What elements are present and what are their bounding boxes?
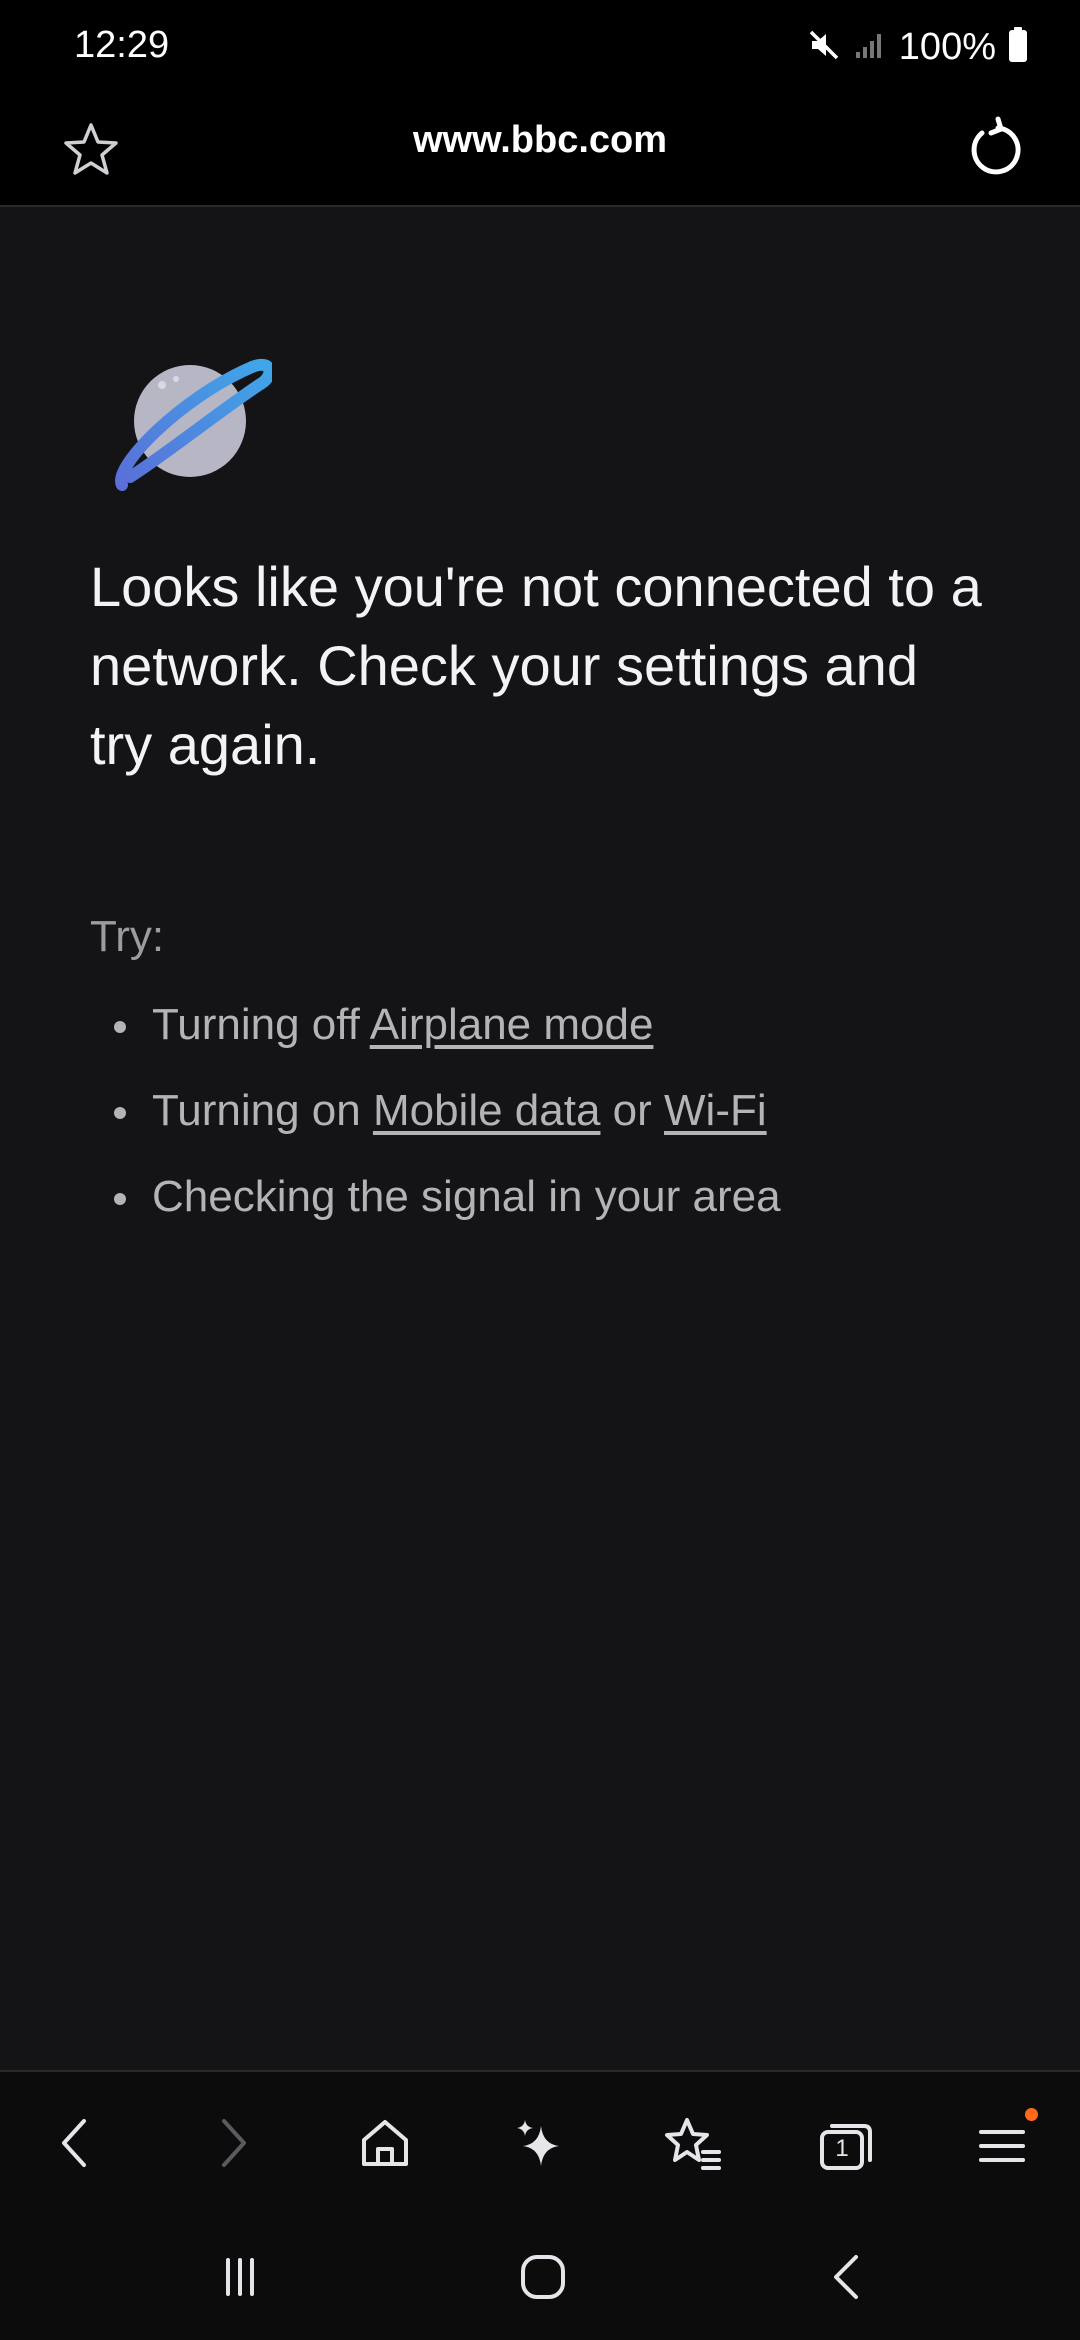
error-page: Looks like you're not connected to a net… — [0, 207, 1080, 2070]
notification-dot — [1025, 2108, 1038, 2121]
home-button[interactable] — [350, 2110, 420, 2180]
system-back-button[interactable] — [812, 2244, 882, 2314]
bottom-toolbar: 1 — [0, 2070, 1080, 2212]
assistant-button[interactable] — [505, 2110, 575, 2180]
tip-text: Turning off — [152, 1000, 370, 1049]
recents-button[interactable] — [205, 2244, 275, 2314]
signal-icon — [853, 28, 887, 67]
system-nav-bar — [0, 2212, 1080, 2340]
forward-button[interactable] — [198, 2110, 268, 2180]
bookmarks-button[interactable] — [658, 2110, 728, 2180]
airplane-mode-link[interactable]: Airplane mode — [370, 1000, 654, 1049]
system-home-button[interactable] — [508, 2244, 578, 2314]
wifi-link[interactable]: Wi-Fi — [664, 1086, 767, 1135]
list-item: Checking the signal in your area — [110, 1154, 781, 1240]
try-label: Try: — [90, 912, 165, 961]
back-icon — [50, 2113, 100, 2178]
tabs-button[interactable]: 1 — [812, 2110, 882, 2180]
menu-icon — [973, 2108, 1038, 2174]
browser-toolbar: www.bbc.com — [0, 95, 1080, 207]
tab-count: 1 — [835, 2135, 849, 2162]
mobile-data-link[interactable]: Mobile data — [373, 1086, 600, 1135]
planet-icon — [112, 347, 276, 502]
forward-icon — [208, 2113, 258, 2178]
home-icon — [515, 2249, 571, 2310]
bookmarks-icon — [661, 2114, 725, 2177]
tips-list: Turning off Airplane mode Turning on Mob… — [110, 982, 781, 1240]
recents-icon — [210, 2252, 270, 2307]
status-time: 12:29 — [74, 24, 170, 66]
battery-icon — [1008, 26, 1028, 68]
status-bar: 12:29 100% — [0, 0, 1080, 95]
list-item: Turning on Mobile data or Wi-Fi — [110, 1068, 781, 1154]
back-icon — [822, 2249, 872, 2310]
reload-icon[interactable] — [958, 113, 1030, 190]
tip-text: or — [600, 1086, 665, 1135]
back-button[interactable] — [40, 2110, 110, 2180]
url-bar[interactable]: www.bbc.com — [0, 119, 1080, 162]
sparkle-icon — [511, 2114, 569, 2177]
list-item: Turning off Airplane mode — [110, 982, 781, 1068]
tip-text: Checking the signal in your area — [152, 1172, 781, 1221]
battery-percent: 100% — [898, 25, 996, 68]
tip-text: Turning on — [152, 1086, 373, 1135]
tabs-icon: 1 — [816, 2116, 878, 2174]
menu-button[interactable] — [967, 2108, 1038, 2180]
mute-icon — [807, 28, 841, 67]
error-headline: Looks like you're not connected to a net… — [90, 555, 982, 776]
home-icon — [356, 2114, 414, 2177]
